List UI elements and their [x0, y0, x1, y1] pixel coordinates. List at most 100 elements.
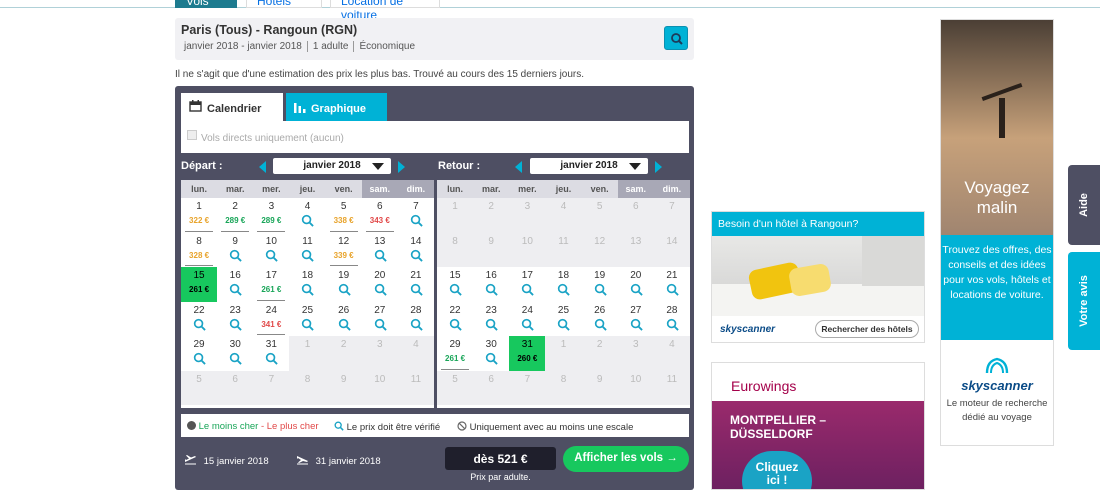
- show-flights-button[interactable]: Afficher les vols →: [563, 446, 689, 472]
- calendar-day[interactable]: 25: [289, 302, 325, 337]
- direct-flights-checkbox[interactable]: [187, 130, 197, 140]
- calendar-day[interactable]: 28: [398, 302, 434, 337]
- departure-day-grid: 1 322 € 2 289 € 3 289 € 4 5 338 € 6 343 € 7 8 328 € 9 1…: [181, 198, 434, 405]
- calendar-day[interactable]: 31: [253, 336, 289, 371]
- calendar-day[interactable]: 2 289 €: [217, 198, 253, 233]
- calendar-day[interactable]: 17 261 €: [253, 267, 289, 302]
- calendar-day: 11: [653, 370, 690, 405]
- day-number: 20: [630, 270, 642, 281]
- calendar-day[interactable]: 1 322 €: [181, 198, 217, 233]
- day-number: 17: [521, 270, 533, 281]
- calendar-day[interactable]: 31 260 €: [509, 336, 546, 371]
- return-next-month[interactable]: [655, 161, 662, 173]
- day-number: 11: [302, 235, 313, 247]
- day-price: 343 €: [369, 216, 390, 225]
- tab-car-rental[interactable]: Location de voiture: [330, 0, 440, 22]
- calendar-day[interactable]: 13: [362, 233, 398, 268]
- day-number: 16: [485, 270, 497, 281]
- calendar-day[interactable]: 22: [181, 302, 217, 337]
- day-number: 8: [560, 373, 567, 385]
- departure-prev-month[interactable]: [259, 161, 266, 173]
- departure-month-select[interactable]: janvier 2018: [273, 158, 391, 174]
- search-icon: [334, 421, 344, 431]
- calendar-day[interactable]: 15 261 €: [181, 267, 218, 302]
- return-month-select[interactable]: janvier 2018: [530, 158, 648, 174]
- skyscanner-ad[interactable]: Voyagez malin Trouvez des offres, des co…: [940, 19, 1054, 446]
- tab-flights[interactable]: Vols: [175, 0, 237, 8]
- hotel-ad[interactable]: Besoin d'un hôtel à Rangoun? skyscanner …: [711, 211, 925, 343]
- calendar-day[interactable]: 5 338 €: [326, 198, 362, 233]
- tab-chart[interactable]: Graphique: [286, 93, 387, 123]
- calendar-day[interactable]: 20: [362, 267, 398, 302]
- calendar-day[interactable]: 6 343 €: [362, 198, 398, 233]
- calendar-day[interactable]: 12 339 €: [326, 233, 362, 268]
- calendar-day[interactable]: 16: [473, 267, 509, 302]
- calendar-day[interactable]: 22: [437, 302, 473, 337]
- day-number: 15: [449, 270, 461, 281]
- skyscanner-tagline: Le moteur de recherche dédié au voyage: [946, 398, 1048, 423]
- day-number: 14: [666, 235, 678, 247]
- calendar-day[interactable]: 20: [618, 267, 654, 302]
- day-number: 5: [340, 201, 347, 212]
- search-icon: [410, 283, 423, 296]
- calendar-day[interactable]: 30: [473, 336, 509, 371]
- calendar-day[interactable]: 21: [654, 267, 690, 302]
- calendar-day[interactable]: 8 328 €: [181, 233, 217, 268]
- help-tab[interactable]: Aide: [1068, 165, 1100, 245]
- edit-search-button[interactable]: [664, 26, 688, 50]
- search-icon: [374, 318, 387, 331]
- calendar-day: 8: [289, 370, 326, 405]
- calendar-day[interactable]: 24 341 €: [253, 302, 289, 337]
- calendar-day[interactable]: 3 289 €: [253, 198, 289, 233]
- calendar-day[interactable]: 29: [181, 336, 217, 371]
- return-prev-month[interactable]: [515, 161, 522, 173]
- search-icon: [594, 318, 607, 331]
- calendar-day[interactable]: 18: [289, 267, 325, 302]
- eurowings-ad[interactable]: Eurowings MONTPELLIER – DÜSSELDORF Cliqu…: [711, 362, 925, 490]
- return-date: 31 janvier 2018: [315, 456, 381, 467]
- feedback-tab[interactable]: Votre avis: [1068, 252, 1100, 350]
- calendar-day[interactable]: 4: [289, 198, 325, 233]
- calendar-day[interactable]: 18: [545, 267, 581, 302]
- day-number: 28: [666, 304, 678, 316]
- chevron-down-icon: [372, 163, 384, 170]
- search-icon: [266, 352, 279, 365]
- tab-hotels[interactable]: Hôtels: [246, 0, 322, 8]
- calendar-day[interactable]: 7: [398, 198, 434, 233]
- calendar-day[interactable]: 23: [217, 302, 253, 337]
- calendar-day[interactable]: 23: [473, 302, 509, 337]
- weekday: mer.: [262, 184, 281, 194]
- search-icon: [522, 318, 535, 331]
- calendar-day[interactable]: 11: [289, 233, 325, 268]
- calendar-day[interactable]: 30: [217, 336, 253, 371]
- calendar-day[interactable]: 27: [362, 302, 398, 337]
- search-icon: [374, 249, 387, 262]
- departure-month-value: janvier 2018: [303, 160, 361, 171]
- return-day-grid: 1 2 3 4 5 6 7 8 9 10 11 12 13 14 15 16 17 18 19 20 21 22 23 24 2…: [437, 198, 690, 405]
- day-number: 9: [596, 373, 603, 385]
- calendar-day[interactable]: 27: [618, 302, 654, 337]
- day-number: 10: [374, 373, 386, 385]
- calendar-day[interactable]: 19: [582, 267, 618, 302]
- departure-next-month[interactable]: [398, 161, 405, 173]
- hotel-room-image: [712, 236, 924, 316]
- departure-calendar: lun. mar. mer. jeu. ven. sam. dim. 1 322 € 2 289 …: [181, 180, 434, 408]
- calendar-day[interactable]: 19: [326, 267, 362, 302]
- eurowings-click-line2: ici !: [766, 473, 788, 487]
- calendar-day[interactable]: 9: [217, 233, 253, 268]
- calendar-day[interactable]: 26: [582, 302, 618, 337]
- calendar-day[interactable]: 16: [217, 267, 253, 302]
- calendar-day[interactable]: 21: [398, 267, 434, 302]
- tab-calendar[interactable]: Calendrier: [181, 93, 283, 123]
- no-direct-icon: [457, 421, 467, 431]
- calendar-day[interactable]: 28: [654, 302, 690, 337]
- search-hotels-button[interactable]: Rechercher des hôtels: [815, 320, 919, 338]
- calendar-day[interactable]: 10: [253, 233, 289, 268]
- calendar-day[interactable]: 15: [437, 267, 473, 302]
- calendar-day[interactable]: 25: [545, 302, 581, 337]
- calendar-day[interactable]: 14: [398, 233, 434, 268]
- calendar-day[interactable]: 24: [509, 302, 545, 337]
- calendar-day[interactable]: 26: [326, 302, 362, 337]
- calendar-day[interactable]: 17: [509, 267, 545, 302]
- calendar-day[interactable]: 29 261 €: [437, 336, 473, 371]
